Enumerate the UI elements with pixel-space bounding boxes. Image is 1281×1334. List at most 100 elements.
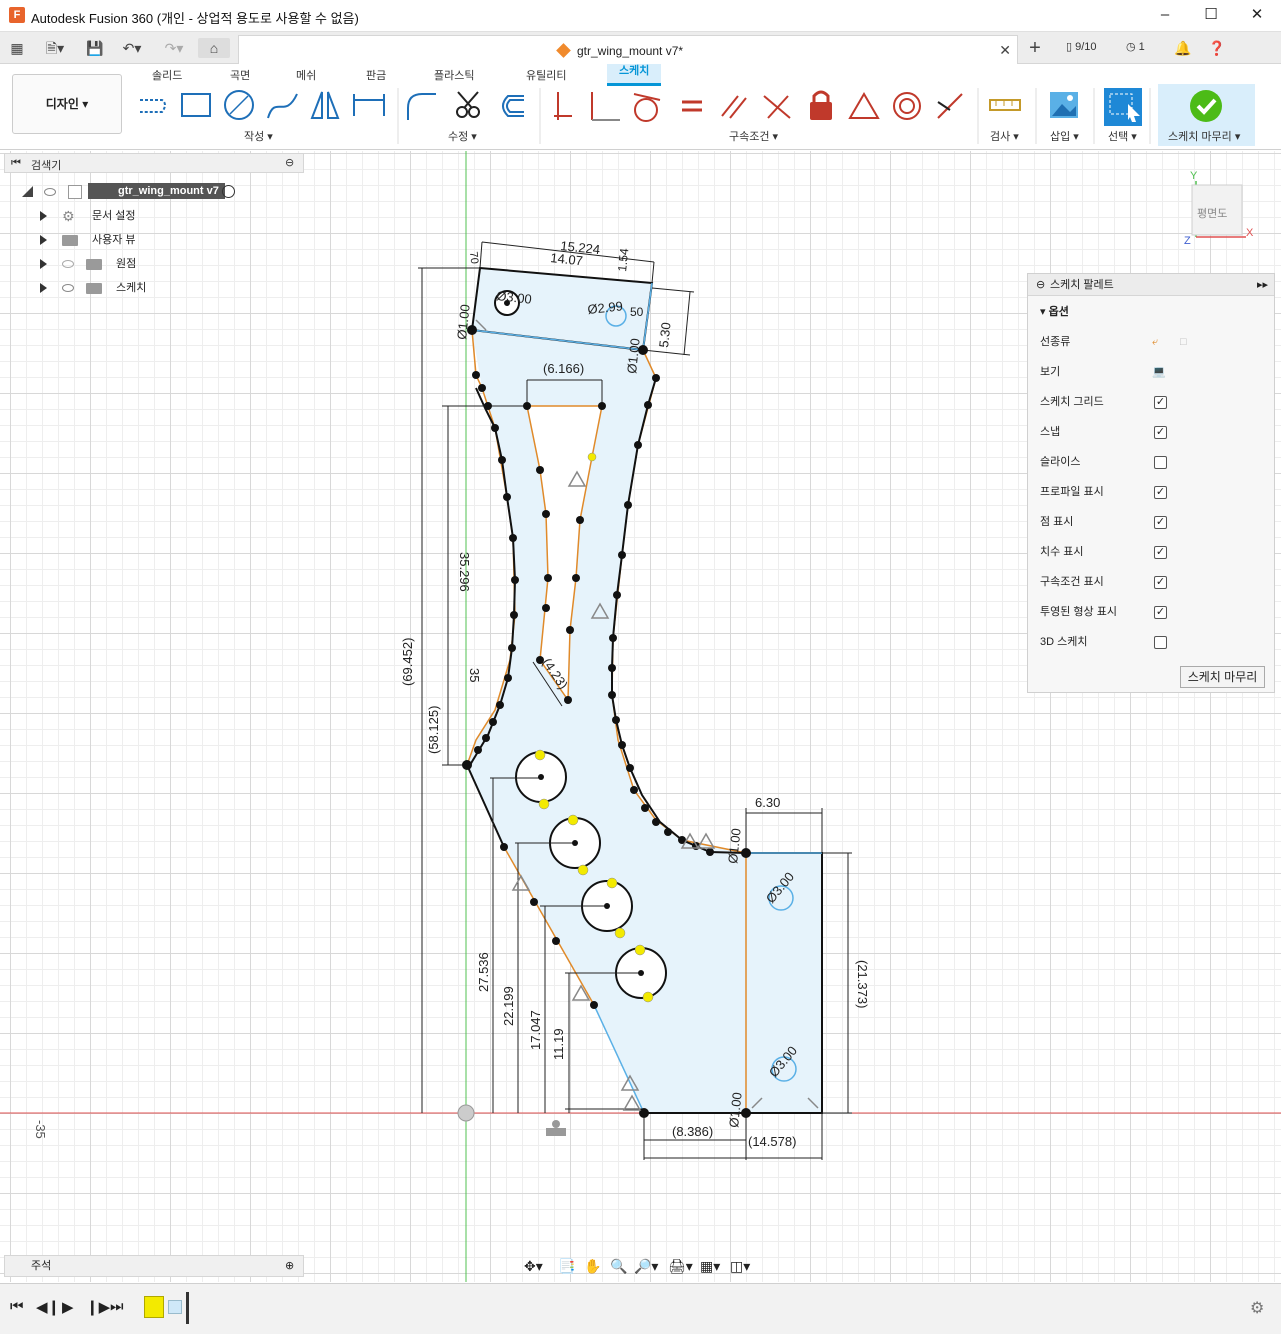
timeline-body-feature[interactable] [168, 1300, 182, 1314]
dim-h-1119[interactable]: 11.19 [551, 1028, 566, 1060]
dim-right-width[interactable]: 6.30 [755, 795, 780, 810]
dim-inner-width[interactable]: (6.166) [543, 361, 584, 376]
viewcube-face[interactable]: 평면도 [1197, 205, 1227, 221]
show-projected-checkbox[interactable]: ✓ [1154, 606, 1167, 619]
viewports-icon[interactable]: ◫▾ [730, 1258, 750, 1275]
measure-icon[interactable] [989, 99, 1021, 111]
palette-expand-icon[interactable]: ▸▸ [1257, 274, 1268, 296]
sketch-grid-checkbox[interactable]: ✓ [1154, 396, 1167, 409]
browser-item-document-settings[interactable]: ⚙ 문서 설정 [40, 206, 300, 226]
viewcube[interactable]: 평면도 Y X Z [1180, 170, 1260, 247]
step-back-icon[interactable]: ◀❙ [36, 1298, 60, 1316]
dim-h-27536[interactable]: 27.536 [476, 952, 491, 992]
clock-status[interactable]: ◷ 1 [1126, 40, 1145, 53]
snap-checkbox[interactable]: ✓ [1154, 426, 1167, 439]
fillet-tool-icon[interactable] [407, 93, 436, 120]
dim-height-69452[interactable]: (69.452) [400, 638, 415, 686]
step-forward-icon[interactable]: ❙▶ [86, 1298, 110, 1316]
group-insert-label[interactable]: 삽입 ▾ [1050, 128, 1079, 144]
coincident-constraint-icon[interactable] [554, 92, 572, 120]
dim-height-35[interactable]: 35 [467, 668, 482, 682]
spline-tool-icon[interactable] [267, 93, 298, 119]
dim-dia-top-right-2[interactable]: 50 [630, 305, 644, 319]
expand-icon[interactable] [40, 235, 47, 245]
collapse-browser-icon[interactable]: ⏮ [11, 157, 21, 170]
eye-hidden-icon[interactable] [62, 260, 74, 268]
orbit-icon[interactable]: ✥▾ [524, 1258, 543, 1275]
select-tool-icon[interactable] [1104, 88, 1142, 126]
apps-grid-icon[interactable]: ▦ [6, 38, 28, 58]
play-icon[interactable]: ▶ [62, 1298, 74, 1316]
palette-section[interactable]: ▾ 옵션 [1040, 302, 1069, 322]
collinear-constraint-icon[interactable] [763, 95, 791, 119]
centerline-icon[interactable]: □ [1180, 332, 1187, 352]
browser-item-named-views[interactable]: 사용자 뷰 [40, 230, 300, 250]
fix-constraint-icon[interactable] [810, 90, 832, 120]
group-constraints-label[interactable]: 구속조건 ▾ [729, 128, 778, 144]
dim-bottom-2[interactable]: (14.578) [748, 1134, 796, 1149]
palette-finish-sketch-button[interactable]: 스케치 마무리 [1180, 666, 1265, 688]
timeline-sketch-feature[interactable] [144, 1296, 164, 1318]
midpoint-constraint-icon[interactable] [937, 93, 963, 119]
browser-root-label[interactable]: gtr_wing_mount v7 [88, 183, 225, 199]
eye-icon[interactable] [62, 284, 74, 292]
undo-icon[interactable]: ↶▾ [116, 38, 148, 58]
trim-tool-icon[interactable] [456, 91, 480, 118]
group-modify-label[interactable]: 수정 ▾ [448, 128, 477, 144]
browser-root-row[interactable]: gtr_wing_mount v7 [22, 182, 302, 202]
browser-minus-icon[interactable]: ⊖ [285, 156, 294, 169]
file-menu-icon[interactable]: 🗎▾ [40, 38, 70, 58]
browser-item-origin[interactable]: 원점 [40, 254, 300, 274]
show-points-checkbox[interactable]: ✓ [1154, 516, 1167, 529]
go-to-start-icon[interactable]: ⏮ [10, 1298, 24, 1315]
origin-point[interactable] [457, 1104, 475, 1122]
group-finish-label[interactable]: 스케치 마무리 ▾ [1168, 128, 1240, 144]
redo-icon[interactable]: ↷▾ [158, 38, 190, 58]
document-tab[interactable]: gtr_wing_mount v7* ✕ [238, 35, 1018, 64]
circle-tool-icon[interactable] [224, 90, 254, 120]
equal-constraint-icon[interactable] [682, 100, 702, 112]
expand-icon[interactable] [40, 211, 47, 221]
show-profile-checkbox[interactable]: ✓ [1154, 486, 1167, 499]
parallel-constraint-icon[interactable] [721, 95, 747, 119]
dim-top-width-2[interactable]: 14.07 [550, 250, 584, 268]
zoom-icon[interactable]: 🔍 [610, 1258, 627, 1275]
dim-h-22199[interactable]: 22.199 [501, 986, 516, 1026]
look-at-icon[interactable]: 💻 [1152, 362, 1166, 382]
rectangle-tool-icon[interactable] [181, 93, 211, 117]
help-icon[interactable]: ❓ [1206, 38, 1228, 58]
home-icon[interactable]: ⌂ [198, 38, 230, 58]
activate-radio-icon[interactable] [222, 185, 235, 198]
offset-tool-icon[interactable] [502, 95, 524, 117]
horizontal-vertical-icon[interactable] [848, 92, 880, 119]
expand-icon[interactable] [40, 259, 47, 269]
dim-top-height[interactable]: 5.30 [656, 322, 674, 349]
line-tool-icon[interactable] [140, 99, 166, 113]
grid-settings-icon[interactable]: ▦▾ [700, 1258, 720, 1275]
dimension-tool-icon[interactable] [353, 94, 385, 116]
3d-sketch-checkbox[interactable] [1154, 636, 1167, 649]
browser-item-sketches[interactable]: 스케치 [40, 278, 300, 298]
close-window-button[interactable]: ✕ [1234, 4, 1280, 28]
concentric-constraint-icon[interactable] [893, 92, 921, 120]
slice-checkbox[interactable] [1154, 456, 1167, 469]
sketch-palette-header[interactable]: ⊖ 스케치 팔레트 ▸▸ [1028, 274, 1274, 296]
browser-header[interactable]: ⏮ 검색기 ⊖ [4, 153, 304, 173]
display-settings-icon[interactable]: 🖨▾ [668, 1258, 693, 1275]
group-create-label[interactable]: 작성 ▾ [244, 128, 273, 144]
eye-icon[interactable] [44, 188, 56, 196]
timeline-settings-gear-icon[interactable]: ⚙ [1250, 1298, 1264, 1318]
palette-minus-icon[interactable]: ⊖ [1036, 274, 1045, 296]
dim-height-58125[interactable]: (58.125) [426, 706, 441, 754]
dim-bottom-1[interactable]: (8.386) [672, 1124, 713, 1139]
perpendicular-constraint-icon[interactable] [591, 92, 620, 121]
maximize-button[interactable]: ☐ [1188, 4, 1234, 28]
mirror-tool-icon[interactable] [310, 91, 340, 119]
dim-top-small[interactable]: 1.54 [615, 247, 631, 272]
construction-line-icon[interactable]: ⤶ [1152, 332, 1158, 352]
expand-icon[interactable] [40, 283, 47, 293]
show-constraints-checkbox[interactable]: ✓ [1154, 576, 1167, 589]
dim-h-17047[interactable]: 17.047 [528, 1010, 543, 1050]
new-tab-plus-icon[interactable]: + [1024, 38, 1046, 58]
group-inspect-label[interactable]: 검사 ▾ [990, 128, 1019, 144]
